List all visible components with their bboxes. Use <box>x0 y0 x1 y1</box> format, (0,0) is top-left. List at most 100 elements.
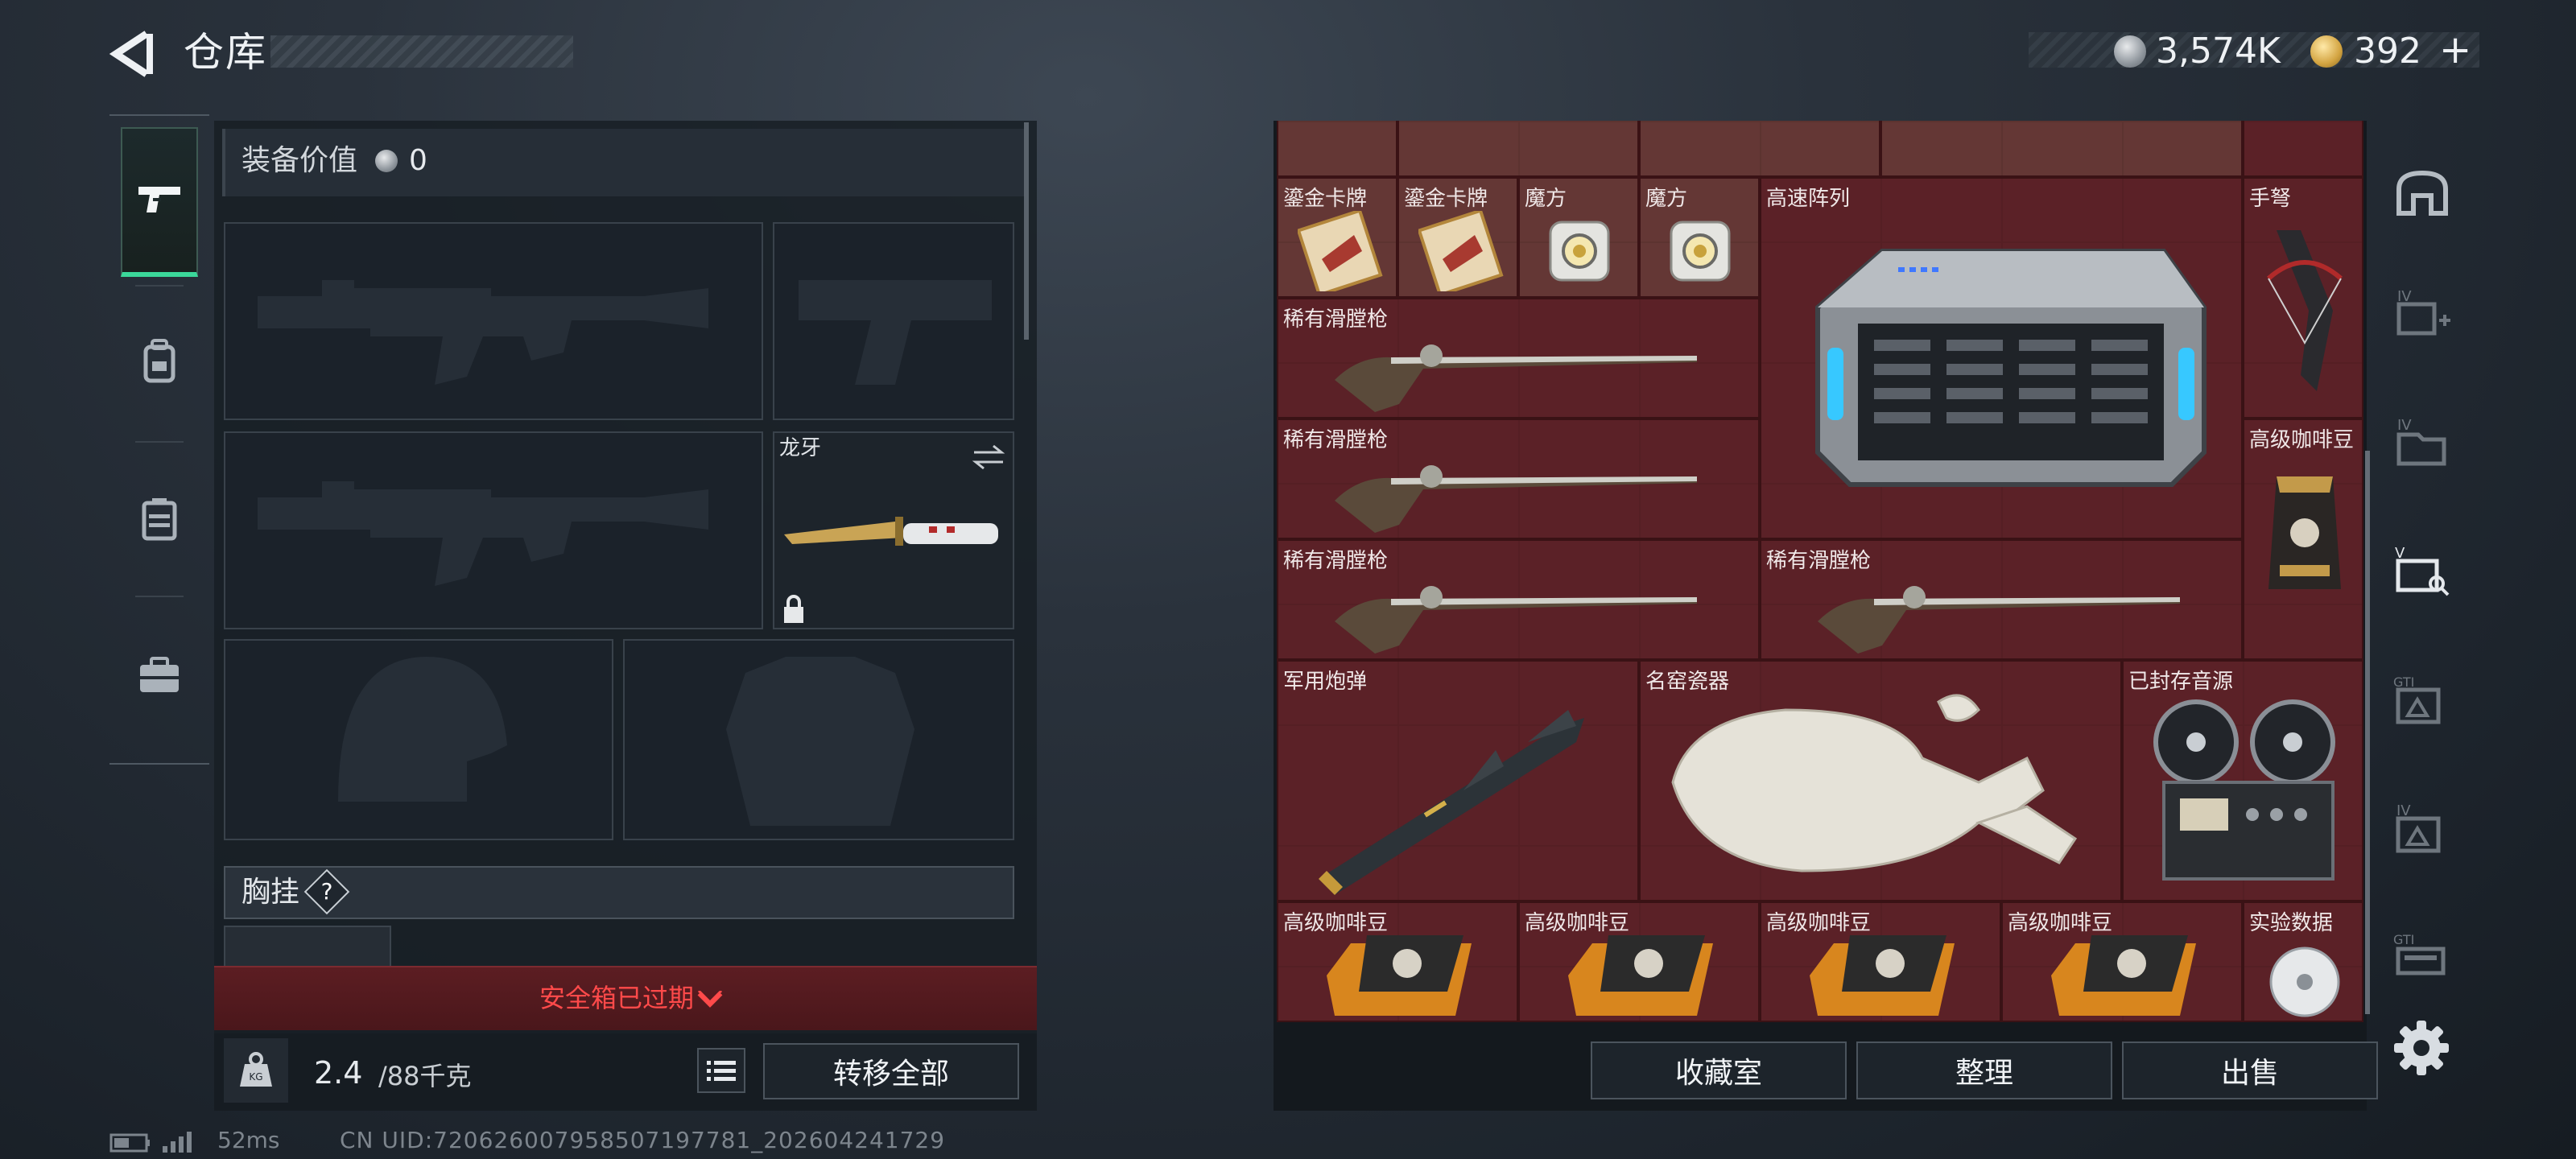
chest-rig-label: 胸挂 <box>242 876 300 909</box>
coffee-bean-pack-icon <box>1568 935 1713 1016</box>
grid-item[interactable]: 鎏金卡牌 <box>1277 177 1397 298</box>
grid-item[interactable]: 稀有滑膛枪 <box>1277 298 1760 419</box>
stash-tab-iv-triangle[interactable]: IV <box>2386 792 2458 864</box>
folder-stash-icon: IV <box>2396 417 2446 466</box>
crossbow-icon <box>2267 230 2343 391</box>
grid-item[interactable]: 高级咖啡豆 <box>1760 901 2001 1022</box>
transfer-all-button[interactable]: 转移全部 <box>763 1043 1019 1099</box>
stash-tab-gti-2[interactable]: GTI <box>2386 921 2458 993</box>
grid-item[interactable]: 已封存音源 <box>2122 660 2363 901</box>
loadout-scrollbar[interactable] <box>1024 122 1029 340</box>
stash-tab-v-active[interactable]: V <box>2386 534 2458 607</box>
porcelain-vase-icon <box>1671 694 2078 872</box>
weight-bag-button[interactable]: KG <box>224 1038 288 1103</box>
add-currency-button[interactable]: + <box>2439 27 2471 72</box>
chest-rig-slot[interactable] <box>224 926 391 969</box>
grid-item-partial[interactable] <box>1397 121 1639 177</box>
item-label: 鎏金卡牌 <box>1283 187 1368 211</box>
backpack-icon <box>143 339 175 383</box>
grid-item[interactable]: 高级咖啡豆 <box>1277 901 1518 1022</box>
back-arrow-icon[interactable] <box>105 26 161 82</box>
musket-icon <box>1335 344 1697 412</box>
primary-weapon-slot[interactable] <box>224 222 763 420</box>
secondary-weapon-slot[interactable] <box>224 431 763 629</box>
item-label: 高级咖啡豆 <box>2249 428 2355 452</box>
grid-item-partial[interactable] <box>2243 121 2363 177</box>
reel-recorder-icon <box>2153 699 2335 881</box>
artillery-shell-icon <box>1319 710 1584 895</box>
grid-item[interactable]: 高级咖啡豆 <box>1518 901 1760 1022</box>
ping-text: 52ms <box>217 1127 280 1153</box>
settings-gear-icon[interactable] <box>2389 1016 2454 1080</box>
grid-item[interactable]: 名窑瓷器 <box>1639 660 2122 901</box>
weight-icon: KG <box>240 1052 272 1087</box>
pistol-icon <box>138 187 180 212</box>
search-stash-icon: V <box>2395 545 2450 596</box>
coffee-bean-pack-icon <box>1810 935 1955 1016</box>
grid-item[interactable]: 手弩 <box>2243 177 2363 419</box>
item-label: 鎏金卡牌 <box>1404 187 1488 211</box>
tab-vest[interactable] <box>121 444 198 594</box>
tab-case[interactable] <box>121 600 198 750</box>
equipment-value-label: 装备价值 <box>242 144 358 177</box>
grid-item[interactable]: 鎏金卡牌 <box>1397 177 1518 298</box>
tab-weapons[interactable] <box>121 127 198 277</box>
tab-backpack[interactable] <box>121 287 198 436</box>
grid-item[interactable]: 稀有滑膛枪 <box>1277 419 1760 539</box>
lock-icon <box>784 595 803 623</box>
item-label: 魔方 <box>1645 187 1688 211</box>
rifle-silhouette-icon <box>258 280 708 385</box>
grid-item-partial[interactable] <box>1639 121 1880 177</box>
stash-tab-iv-folder[interactable]: IV <box>2386 406 2458 478</box>
help-question-mark: ? <box>320 878 333 905</box>
gold-coin-icon <box>2310 35 2343 68</box>
list-view-button[interactable] <box>697 1048 745 1093</box>
grid-item[interactable]: 实验数据 <box>2243 901 2363 1022</box>
page-title: 仓库 <box>184 29 267 76</box>
grid-item-partial[interactable] <box>1277 121 1397 177</box>
uid-text: CN UID:720626007958507197781_20260424172… <box>340 1127 946 1153</box>
item-label: 魔方 <box>1525 187 1567 211</box>
armor-slot[interactable] <box>623 639 1014 840</box>
svg-text:IV: IV <box>2397 417 2412 434</box>
stash-tab-iv-add[interactable]: IV <box>2386 277 2458 349</box>
armor-silhouette-icon <box>726 657 914 826</box>
server-array-icon <box>1815 249 2207 487</box>
grid-item[interactable]: 魔方 <box>1518 177 1639 298</box>
grid-item[interactable]: 高级咖啡豆 <box>2001 901 2243 1022</box>
swap-icon[interactable] <box>971 441 1006 473</box>
expand-stash-icon: IV <box>2396 288 2450 336</box>
list-icon <box>707 1061 736 1081</box>
title-stripe <box>270 35 573 68</box>
coffee-bean-pack-icon <box>1327 935 1472 1016</box>
stash-home-tab[interactable] <box>2386 156 2458 229</box>
grid-item[interactable]: 稀有滑膛枪 <box>1277 539 1760 660</box>
stash-grid: 鎏金卡牌 鎏金卡牌 魔方 魔方 高速阵列 手弩 稀有滑膛枪 稀有滑膛枪 高级咖啡… <box>1277 121 2363 1022</box>
sell-button[interactable]: 出售 <box>2122 1041 2378 1099</box>
svg-text:GTI: GTI <box>2393 932 2414 947</box>
grid-item-partial[interactable] <box>1880 121 2243 177</box>
gti-stash-icon: GTI <box>2393 674 2441 724</box>
pistol-slot[interactable] <box>773 222 1014 420</box>
gti-case-icon: GTI <box>2393 932 2446 975</box>
stash-scrollbar[interactable] <box>2365 451 2370 1014</box>
grid-item[interactable]: 高速阵列 <box>1760 177 2243 539</box>
vest-icon <box>142 498 177 541</box>
grid-item[interactable]: 稀有滑膛枪 <box>1760 539 2243 660</box>
item-label: 手弩 <box>2249 187 2292 211</box>
sort-button[interactable]: 整理 <box>1856 1041 2112 1099</box>
grid-item[interactable]: 军用炮弹 <box>1277 660 1639 901</box>
coffee-bag-icon <box>2268 476 2341 589</box>
rifle-silhouette-icon <box>258 481 708 586</box>
stash-tab-gti[interactable]: GTI <box>2386 663 2458 736</box>
item-label: 已封存音源 <box>2128 670 2234 694</box>
collection-room-button[interactable]: 收藏室 <box>1591 1041 1847 1099</box>
grid-item[interactable]: 魔方 <box>1639 177 1760 298</box>
data-disc-icon <box>2269 947 2340 1017</box>
svg-text:KG: KG <box>249 1071 262 1083</box>
melee-item-name: 龙牙 <box>779 436 822 460</box>
cube-icon <box>1670 221 1731 282</box>
silver-currency-value: 3,574K <box>2156 31 2281 72</box>
grid-item[interactable]: 高级咖啡豆 <box>2243 419 2363 660</box>
helmet-slot[interactable] <box>224 639 613 840</box>
